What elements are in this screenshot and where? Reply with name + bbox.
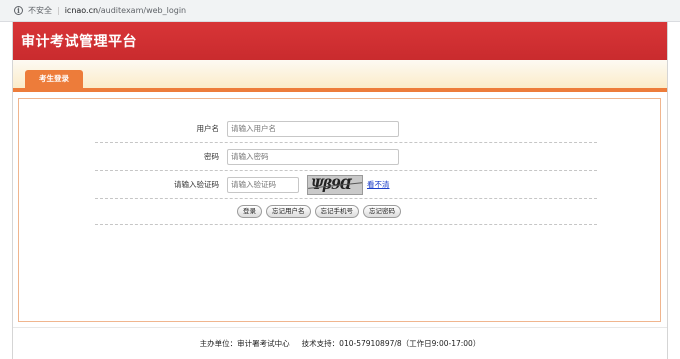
app-title: 审计考试管理平台 [21, 34, 137, 50]
password-input[interactable] [227, 148, 399, 165]
security-label: 不安全 [28, 6, 52, 15]
url-host: icnao.cn [64, 6, 99, 15]
tab-bar: 考生登录 [13, 60, 667, 92]
username-input[interactable] [227, 120, 399, 137]
captcha-refresh-link[interactable]: 看不清 [367, 179, 390, 190]
captcha-image[interactable]: Ψβ9Ɑ [307, 174, 363, 195]
footer: 主办单位：审计署考试中心 技术支持：010-57910897/8（工作日9:00… [13, 327, 667, 359]
captcha-input[interactable] [227, 176, 299, 193]
url-path: /auditexam/web_login [98, 6, 187, 15]
forgot-phone-button[interactable]: 忘记手机号 [314, 205, 359, 218]
username-label: 用户名 [196, 124, 220, 133]
app-window: 审计考试管理平台 考生登录 用户名 密码 请输入验证码 Ψβ9Ɑ 看不清 [12, 22, 668, 359]
address-separator: | [57, 6, 60, 15]
login-panel: 用户名 密码 请输入验证码 Ψβ9Ɑ 看不清 登录 忘记用户名 忘记手机号 [18, 98, 661, 322]
url-text[interactable]: icnao.cn/auditexam/web_login [65, 6, 186, 15]
captcha-label: 请输入验证码 [174, 180, 219, 189]
password-label: 密码 [204, 152, 219, 161]
tab-candidate-login[interactable]: 考生登录 [25, 70, 83, 88]
button-row: 登录 忘记用户名 忘记手机号 忘记密码 [95, 199, 597, 225]
footer-organizer: 主办单位：审计署考试中心 [199, 339, 290, 348]
username-row: 用户名 [95, 115, 597, 143]
captcha-row: 请输入验证码 Ψβ9Ɑ 看不清 [95, 171, 597, 199]
browser-address-bar[interactable]: i 不安全 | icnao.cn/auditexam/web_login [0, 0, 680, 22]
info-icon[interactable]: i [14, 6, 23, 15]
login-button[interactable]: 登录 [237, 205, 262, 218]
footer-support: 技术支持：010-57910897/8（工作日9:00-17:00） [301, 339, 481, 348]
forgot-password-button[interactable]: 忘记密码 [363, 205, 401, 218]
app-header: 审计考试管理平台 [13, 22, 667, 60]
login-form: 用户名 密码 请输入验证码 Ψβ9Ɑ 看不清 登录 忘记用户名 忘记手机号 [95, 115, 597, 225]
password-row: 密码 [95, 143, 597, 171]
forgot-username-button[interactable]: 忘记用户名 [266, 205, 311, 218]
